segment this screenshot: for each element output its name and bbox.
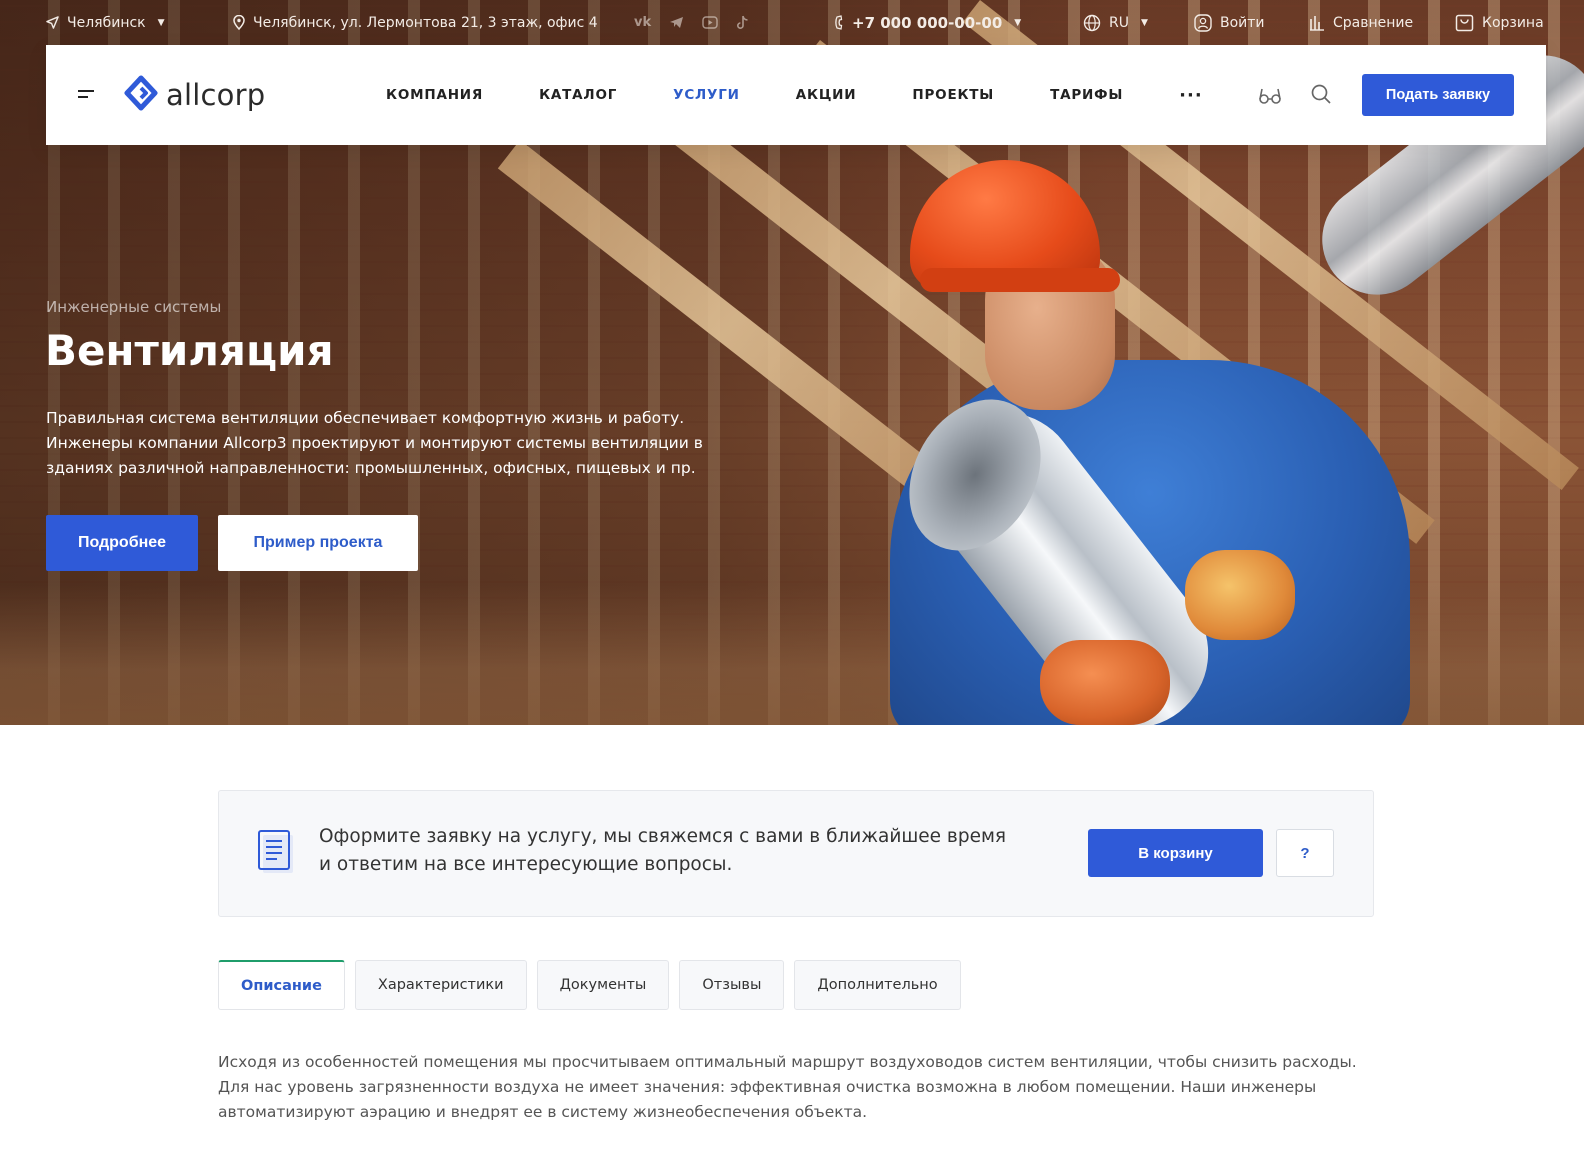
chart-bars-icon bbox=[1310, 15, 1324, 31]
tab-characteristics[interactable]: Характеристики bbox=[354, 960, 527, 1010]
language-selector[interactable]: RU ▼ bbox=[1083, 0, 1148, 45]
nav-item-projects[interactable]: ПРОЕКТЫ bbox=[912, 87, 994, 103]
city-label: Челябинск bbox=[67, 14, 146, 31]
cart-label: Корзина bbox=[1482, 14, 1544, 31]
order-text: Оформите заявку на услугу, мы свяжемся с… bbox=[319, 826, 1007, 875]
search-icon[interactable] bbox=[1310, 83, 1332, 105]
service-description: Исходя из особенностей помещения мы прос… bbox=[218, 1053, 1357, 1121]
city-selector[interactable]: Челябинск ▼ bbox=[46, 0, 165, 45]
nav-more-icon[interactable]: ··· bbox=[1179, 85, 1203, 106]
phone-icon bbox=[835, 15, 843, 30]
top-bar: Челябинск ▼ Челябинск, ул. Лермонтова 21… bbox=[0, 0, 1584, 45]
content-tabs: Описание Характеристики Документы Отзывы… bbox=[218, 960, 961, 1010]
project-example-button[interactable]: Пример проекта bbox=[218, 515, 418, 571]
main-nav: КОМПАНИЯ КАТАЛОГ УСЛУГИ АКЦИИ ПРОЕКТЫ ТА… bbox=[386, 45, 1203, 145]
logo-text: allcorp bbox=[166, 78, 266, 112]
chevron-down-icon: ▼ bbox=[1140, 17, 1148, 28]
logo[interactable]: allcorp bbox=[124, 75, 265, 115]
compare-label: Сравнение bbox=[1333, 14, 1414, 31]
main-header: allcorp КОМПАНИЯ КАТАЛОГ УСЛУГИ АКЦИИ ПР… bbox=[46, 45, 1546, 145]
page-title: Вентиляция bbox=[45, 326, 334, 375]
logo-icon bbox=[124, 75, 158, 111]
nav-item-catalog[interactable]: КАТАЛОГ bbox=[539, 87, 617, 103]
menu-burger-icon[interactable] bbox=[78, 90, 94, 98]
login-link[interactable]: Войти bbox=[1194, 0, 1265, 45]
telegram-icon[interactable] bbox=[669, 16, 684, 29]
tab-reviews[interactable]: Отзывы bbox=[679, 960, 785, 1010]
nav-item-tariffs[interactable]: ТАРИФЫ bbox=[1050, 87, 1123, 103]
nav-item-promotions[interactable]: АКЦИИ bbox=[796, 87, 857, 103]
social-links: vk bbox=[634, 0, 749, 45]
hero-description: Правильная система вентиляции обеспечива… bbox=[46, 409, 703, 477]
tiktok-icon[interactable] bbox=[736, 15, 749, 30]
add-to-cart-button[interactable]: В корзину bbox=[1088, 829, 1263, 877]
worker-helmet-brim bbox=[920, 268, 1120, 292]
submit-request-button[interactable]: Подать заявку bbox=[1362, 74, 1514, 116]
worker-image bbox=[880, 160, 1420, 725]
map-pin-icon bbox=[233, 15, 245, 30]
glasses-icon[interactable] bbox=[1258, 83, 1282, 107]
shopping-bag-icon bbox=[1455, 14, 1474, 31]
worker-glove bbox=[1185, 550, 1295, 640]
youtube-icon[interactable] bbox=[702, 16, 718, 29]
tab-description[interactable]: Описание bbox=[218, 960, 345, 1010]
phone-number[interactable]: +7 000 000-00-00 bbox=[852, 14, 1002, 32]
question-button[interactable]: ? bbox=[1276, 829, 1334, 877]
chevron-down-icon: ▼ bbox=[1014, 17, 1022, 28]
nav-item-services[interactable]: УСЛУГИ bbox=[673, 87, 740, 103]
vk-icon[interactable]: vk bbox=[634, 15, 651, 30]
hero-subtitle: Инженерные системы bbox=[46, 298, 222, 316]
phone-selector[interactable]: +7 000 000-00-00 ▼ bbox=[834, 0, 1021, 45]
globe-icon bbox=[1083, 14, 1101, 31]
location-arrow-icon bbox=[46, 16, 59, 29]
worker-glove bbox=[1040, 640, 1170, 725]
language-label: RU bbox=[1109, 14, 1129, 31]
tab-additional[interactable]: Дополнительно bbox=[794, 960, 961, 1010]
tab-documents[interactable]: Документы bbox=[536, 960, 670, 1010]
login-label: Войти bbox=[1220, 14, 1265, 31]
address: Челябинск, ул. Лермонтова 21, 3 этаж, оф… bbox=[233, 0, 598, 45]
compare-link[interactable]: Сравнение bbox=[1309, 0, 1413, 45]
user-icon bbox=[1194, 13, 1212, 32]
order-panel: Оформите заявку на услугу, мы свяжемся с… bbox=[218, 790, 1374, 917]
nav-item-company[interactable]: КОМПАНИЯ bbox=[386, 87, 483, 103]
more-details-button[interactable]: Подробнее bbox=[46, 515, 198, 571]
address-text: Челябинск, ул. Лермонтова 21, 3 этаж, оф… bbox=[253, 14, 598, 31]
document-icon bbox=[258, 830, 293, 873]
cart-link[interactable]: Корзина bbox=[1455, 0, 1544, 45]
chevron-down-icon: ▼ bbox=[157, 17, 165, 28]
